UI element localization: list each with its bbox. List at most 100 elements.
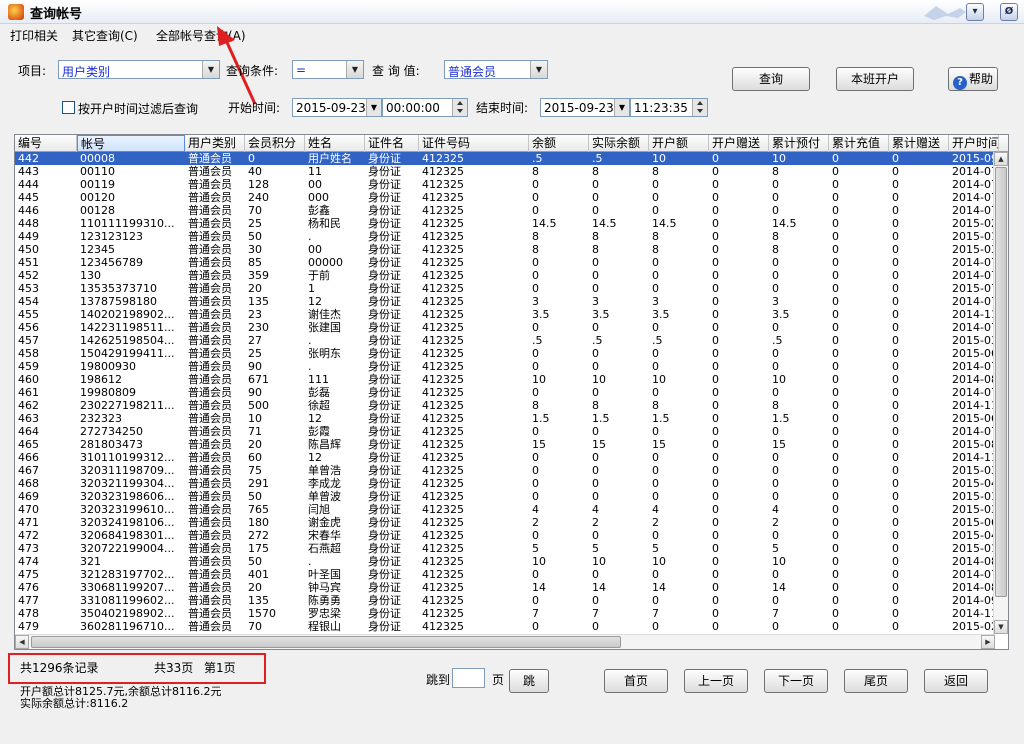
table-row[interactable]: 459 19800930 普通会员 90. 身份证 412325 0 0 0 0 0 0 0 2014-0…: [15, 360, 995, 373]
menu-print[interactable]: 打印相关: [10, 27, 58, 44]
table-row[interactable]: 464 272734250 普通会员 71 彭霞 身份证 412325 0 0 0 0 0 0 0 2014…: [15, 425, 995, 438]
table-row[interactable]: 473 320722199004... 普通会员 175 石燕超 身份证 412325 5 5 5…: [15, 542, 995, 555]
minimize-button[interactable]: ▾: [966, 3, 984, 21]
table-row[interactable]: 458 150429199411... 普通会员 25 张明东 身份证 412325 0 0 0 0…: [15, 347, 995, 360]
vertical-scroll-thumb[interactable]: [995, 167, 1007, 597]
vertical-scrollbar[interactable]: ▲ ▼: [993, 152, 1008, 634]
prev-page-button[interactable]: 上一页: [684, 669, 748, 693]
table-row[interactable]: 471 320324198106... 普通会员 180 谢金虎 身份证 412325 2 2 2…: [15, 516, 995, 529]
column-header[interactable]: 证件名: [365, 135, 419, 152]
table-cell: 普通会员: [188, 256, 232, 269]
table-row[interactable]: 449 123123123 普通会员 50. 身份证 412325 8 8 8 0 8 0 0 2015-…: [15, 230, 995, 243]
query-button[interactable]: 查询: [732, 67, 810, 91]
item-label: 项目:: [18, 64, 47, 78]
spin-icon[interactable]: [692, 99, 707, 116]
first-page-button[interactable]: 首页: [604, 669, 668, 693]
condition-select[interactable]: = ▼: [292, 60, 364, 79]
scroll-up-icon[interactable]: ▲: [994, 152, 1008, 166]
calendar-dropdown-icon[interactable]: ▼: [614, 99, 629, 116]
column-header[interactable]: 累计赠送: [889, 135, 949, 152]
chevron-down-icon[interactable]: ▼: [346, 61, 363, 78]
column-header[interactable]: 证件号码: [419, 135, 529, 152]
column-header[interactable]: 累计预付: [769, 135, 829, 152]
table-row[interactable]: 463 232323 普通会员 10 12 身份证 412325 1.5 1.5 1.5 0 1.5 0…: [15, 412, 995, 425]
back-button[interactable]: 返回: [924, 669, 988, 693]
query-value-select[interactable]: 普通会员 ▼: [444, 60, 548, 79]
table-row[interactable]: 477 331081199602... 普通会员 135 陈勇勇 身份证 412325 0 0 0…: [15, 594, 995, 607]
menu-other-query[interactable]: 其它查询(C): [72, 27, 138, 44]
table-row[interactable]: 448 110111199310... 普通会员 25 杨和民 身份证 412325 14.5…: [15, 217, 995, 230]
column-header[interactable]: 帐号: [77, 135, 185, 152]
table-cell: 2015-03: [952, 243, 995, 256]
scroll-down-icon[interactable]: ▼: [994, 620, 1008, 634]
column-header[interactable]: 开户时间: [949, 135, 999, 152]
table-row[interactable]: 445 00120 普通会员 240 000 身份证 412325 0 0 0 0 0 0 0 2014-0…: [15, 191, 995, 204]
table-row[interactable]: 470 320323199610... 普通会员 765 闫旭 身份证 412325 4 4 4 0…: [15, 503, 995, 516]
close-button[interactable]: Ø: [1000, 3, 1018, 21]
spin-icon[interactable]: [452, 99, 467, 116]
start-time-input[interactable]: 00:00:00: [382, 98, 468, 117]
table-row[interactable]: 453 13535373710 普通会员 20 1 身份证 412325 0 0 0 0 0 0 0 201…: [15, 282, 995, 295]
table-row[interactable]: 452 130 普通会员 359 于前 身份证 412325 0 0 0 0 0 0 0 2014-07: [15, 269, 995, 282]
table-row[interactable]: 469 320323198606... 普通会员 50 单曾波 身份证 412325 0 0 0 0…: [15, 490, 995, 503]
table-row[interactable]: 460 198612 普通会员 671 111 身份证 412325 10 10 10 0 10 0 0 2…: [15, 373, 995, 386]
column-header[interactable]: 累计充值: [829, 135, 889, 152]
table-row[interactable]: 451 123456789 普通会员 85 00000 身份证 412325 0 0 0 0 0 0 0 2…: [15, 256, 995, 269]
start-date-input[interactable]: 2015-09-23 ▼: [292, 98, 382, 117]
column-header[interactable]: 会员积分: [245, 135, 305, 152]
table-cell: 0: [892, 568, 899, 581]
chevron-down-icon[interactable]: ▼: [202, 61, 219, 78]
table-row[interactable]: 455 140202198902... 普通会员 23 谢佳杰 身份证 412325 3.5 3…: [15, 308, 995, 321]
item-select[interactable]: 用户类别 ▼: [58, 60, 220, 79]
table-cell: 普通会员: [188, 217, 232, 230]
next-page-button[interactable]: 下一页: [764, 669, 828, 693]
table-row[interactable]: 468 320321199304... 普通会员 291 李成龙 身份证 412325 0 0 0…: [15, 477, 995, 490]
table-cell: 4: [652, 503, 659, 516]
table-cell: 14: [652, 581, 666, 594]
scroll-left-icon[interactable]: ◀: [15, 635, 29, 649]
horizontal-scroll-thumb[interactable]: [31, 636, 621, 648]
table-row[interactable]: 444 00119 普通会员 128 00 身份证 412325 0 0 0 0 0 0 0 2014-07: [15, 178, 995, 191]
table-row[interactable]: 476 330681199207... 普通会员 20 钟马宾 身份证 412325 14 14…: [15, 581, 995, 594]
table-row[interactable]: 442 00008 普通会员 0 用户姓名 身份证 412325 .5 .5 10 0 10 0 0 201…: [15, 152, 995, 165]
end-time-input[interactable]: 11:23:35: [630, 98, 708, 117]
end-date-input[interactable]: 2015-09-23 ▼: [540, 98, 630, 117]
goto-button[interactable]: 跳: [509, 669, 549, 693]
table-cell: 230227198211...: [80, 399, 175, 412]
table-row[interactable]: 479 360281196710... 普通会员 70 程银山 身份证 412325 0 0 0 0…: [15, 620, 995, 633]
column-header[interactable]: 开户额: [649, 135, 709, 152]
table-row[interactable]: 443 00110 普通会员 40 11 身份证 412325 8 8 8 0 8 0 0 2014-07: [15, 165, 995, 178]
calendar-dropdown-icon[interactable]: ▼: [366, 99, 381, 116]
scroll-right-icon[interactable]: ▶: [981, 635, 995, 649]
column-header[interactable]: 姓名: [305, 135, 365, 152]
help-button[interactable]: ? 帮助: [948, 67, 998, 91]
horizontal-scrollbar[interactable]: ◀ ▶: [15, 634, 995, 649]
last-page-button[interactable]: 尾页: [844, 669, 908, 693]
goto-page-input[interactable]: [452, 668, 485, 688]
table-row[interactable]: 467 320311198709... 普通会员 75 单曾浩 身份证 412325 0 0 0 0…: [15, 464, 995, 477]
column-header[interactable]: 用户类别: [185, 135, 245, 152]
table-row[interactable]: 454 13787598180 普通会员 135 12 身份证 412325 3 3 3 0 3 0 0 2…: [15, 295, 995, 308]
table-cell: 普通会员: [188, 438, 232, 451]
column-header[interactable]: 编号: [15, 135, 77, 152]
table-row[interactable]: 472 320684198301... 普通会员 272 宋春华 身份证 412325 0 0 0…: [15, 529, 995, 542]
chevron-down-icon[interactable]: ▼: [530, 61, 547, 78]
open-account-button[interactable]: 本班开户: [836, 67, 914, 91]
table-row[interactable]: 461 19980809 普通会员 90 彭磊 身份证 412325 0 0 0 0 0 0 0 2014-…: [15, 386, 995, 399]
table-cell: 5: [652, 542, 659, 555]
column-header[interactable]: 实际余额: [589, 135, 649, 152]
table-row[interactable]: 465 281803473 普通会员 20 陈昌辉 身份证 412325 15 15 15 0 15 0…: [15, 438, 995, 451]
table-row[interactable]: 450 12345 普通会员 30 00 身份证 412325 8 8 8 0 8 0 0 2015-03: [15, 243, 995, 256]
table-row[interactable]: 466 310110199312... 普通会员 60 12 身份证 412325 0 0 0 0 0…: [15, 451, 995, 464]
table-row[interactable]: 457 142625198504... 普通会员 27. 身份证 412325 .5 .5 .5…: [15, 334, 995, 347]
column-header[interactable]: 余额: [529, 135, 589, 152]
table-row[interactable]: 462 230227198211... 普通会员 500 徐超 身份证 412325 8 8 8 0…: [15, 399, 995, 412]
table-row[interactable]: 478 350402198902... 普通会员 1570 罗忠梁 身份证 412325 7 7…: [15, 607, 995, 620]
table-row[interactable]: 456 142231198511... 普通会员 230 张建国 身份证 412325 0 0 0…: [15, 321, 995, 334]
table-cell: 466: [18, 451, 39, 464]
table-row[interactable]: 446 00128 普通会员 70 彭鑫 身份证 412325 0 0 0 0 0 0 0 2014-07: [15, 204, 995, 217]
table-row[interactable]: 475 321283197702... 普通会员 401 叶圣国 身份证 412325 0 0 0…: [15, 568, 995, 581]
column-header[interactable]: 开户赠送: [709, 135, 769, 152]
table-row[interactable]: 474 321 普通会员 50. 身份证 412325 10 10 10 0 10 0 0 2014-08: [15, 555, 995, 568]
time-filter-checkbox[interactable]: [62, 101, 75, 114]
